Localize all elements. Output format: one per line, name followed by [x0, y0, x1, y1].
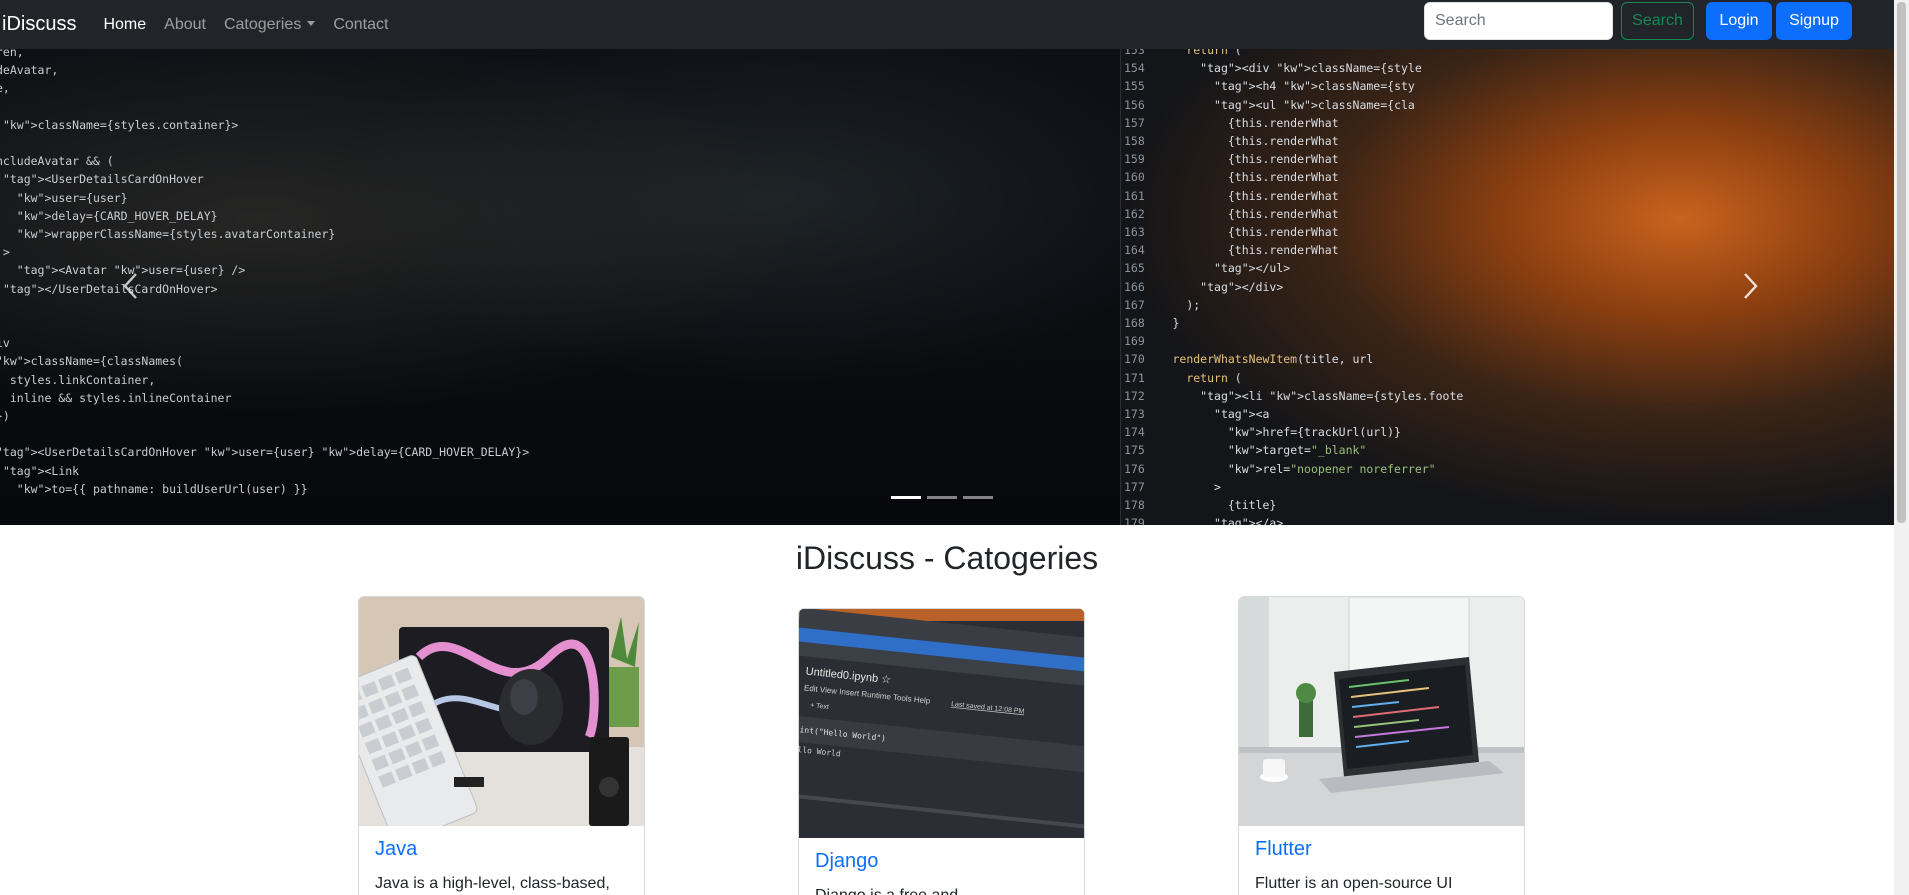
nav-links: Home About Catogeries Contact: [94, 16, 397, 34]
nav-search-form: Search Login Signup: [1424, 2, 1852, 40]
brand-logo[interactable]: iDiscuss: [2, 13, 76, 36]
scrollbar-thumb[interactable]: [1897, 2, 1906, 523]
editor-divider: [1120, 49, 1121, 525]
navbar: iDiscuss Home About Catogeries Contact S…: [0, 0, 1894, 49]
nav-contact[interactable]: Contact: [324, 16, 397, 34]
category-card-java: Java Java is a high-level, class-based,: [358, 596, 645, 895]
nav-about[interactable]: About: [155, 16, 215, 34]
desk-keyboard-mouse-image: [359, 597, 644, 826]
card-title-java[interactable]: Java: [375, 838, 628, 861]
card-title-django[interactable]: Django: [815, 850, 1068, 873]
laptop-code-desk-image: [1239, 597, 1524, 826]
nav-categories-dropdown[interactable]: Catogeries: [215, 16, 324, 34]
nav-home[interactable]: Home: [94, 16, 155, 34]
chevron-left-icon: [123, 273, 137, 299]
card-text-flutter: Flutter is an open-source UI: [1255, 875, 1453, 892]
carousel-next-button[interactable]: [1735, 271, 1765, 301]
carousel-indicators: [891, 496, 999, 499]
carousel-indicator-1[interactable]: [891, 496, 921, 499]
card-text-java: Java is a high-level, class-based,: [375, 875, 610, 892]
signup-button[interactable]: Signup: [1776, 2, 1852, 40]
carousel-prev-button[interactable]: [116, 271, 146, 301]
category-card-django: Untitled0.ipynb ☆ Edit View Insert Runti…: [798, 608, 1085, 895]
colab-notebook-screen-image: Untitled0.ipynb ☆ Edit View Insert Runti…: [799, 609, 1084, 838]
carousel-indicator-3[interactable]: [963, 496, 993, 499]
category-card-flutter: Flutter Flutter is an open-source UI: [1238, 596, 1525, 895]
carousel-indicator-2[interactable]: [927, 496, 957, 499]
chevron-right-icon: [1744, 273, 1758, 299]
page-scrollbar[interactable]: [1894, 0, 1909, 895]
django-card-illustration: Untitled0.ipynb ☆ Edit View Insert Runti…: [799, 609, 1084, 838]
caret-down-icon: [307, 20, 316, 26]
nav-categories-label: Catogeries: [223, 15, 302, 33]
hero-carousel: ren, deAvatar, e, "kw">className={styles…: [0, 49, 1894, 525]
code-snippet-right: 153 return ( 154 "tag"><div "kw">classNa…: [1124, 49, 1464, 525]
search-input[interactable]: [1424, 2, 1613, 40]
categories-heading: iDiscuss - Catogeries: [795, 540, 1099, 576]
code-snippet-left: ren, deAvatar, e, "kw">className={styles…: [0, 49, 530, 496]
java-card-illustration: [359, 597, 644, 826]
login-button[interactable]: Login: [1706, 2, 1772, 40]
flutter-card-illustration: [1239, 597, 1524, 826]
search-button[interactable]: Search: [1621, 2, 1694, 40]
card-text-django: Django is a free and: [815, 885, 1068, 895]
card-title-flutter[interactable]: Flutter: [1255, 838, 1508, 861]
